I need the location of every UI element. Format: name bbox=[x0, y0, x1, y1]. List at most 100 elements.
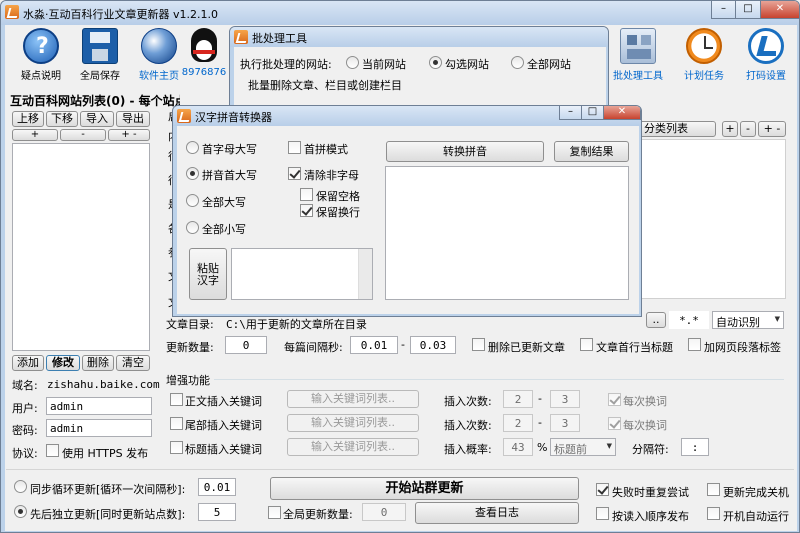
sync-update-radio[interactable] bbox=[14, 480, 27, 493]
body-insert-min-field[interactable]: 2 bbox=[503, 390, 533, 408]
main-title-bar[interactable]: 水淼·互动百科行业文章更新器 v1.2.1.0 – □ ✕ bbox=[1, 1, 799, 25]
site-delete-button[interactable]: 删除 bbox=[82, 355, 114, 371]
concurrent-sites-field[interactable]: 5 bbox=[198, 503, 236, 521]
site-minus-button[interactable]: - bbox=[60, 129, 106, 141]
pinyin-all-upper-radio[interactable] bbox=[186, 194, 199, 207]
batch-checked-radio[interactable] bbox=[429, 56, 442, 69]
tail-keyword-list-button[interactable]: 输入关键词列表.. bbox=[287, 414, 419, 432]
site-add-button[interactable]: 添加 bbox=[12, 355, 44, 371]
password-field[interactable]: admin bbox=[46, 419, 152, 437]
first-line-title-checkbox[interactable] bbox=[580, 338, 593, 351]
clear-non-letters-checkbox[interactable] bbox=[288, 167, 301, 180]
batch-current-radio[interactable] bbox=[346, 56, 359, 69]
clock-icon bbox=[686, 28, 722, 64]
toolbar-schedule[interactable]: 计划任务 bbox=[669, 28, 739, 82]
separator-field[interactable]: : bbox=[681, 438, 709, 456]
pinyin-close-button[interactable]: ✕ bbox=[603, 106, 641, 120]
minimize-button[interactable]: – bbox=[711, 1, 736, 19]
site-down-button[interactable]: 下移 bbox=[46, 111, 78, 127]
site-up-button[interactable]: 上移 bbox=[12, 111, 44, 127]
copy-result-button[interactable]: 复制结果 bbox=[554, 141, 629, 162]
category-list-box[interactable] bbox=[639, 139, 786, 299]
shutdown-checkbox[interactable] bbox=[707, 483, 720, 496]
close-button[interactable]: ✕ bbox=[760, 1, 799, 19]
independent-update-radio[interactable] bbox=[14, 505, 27, 518]
tail-keyword-checkbox[interactable] bbox=[170, 417, 183, 430]
paste-chinese-button[interactable]: 粘贴 汉字 bbox=[189, 248, 227, 300]
input-scrollbar[interactable] bbox=[358, 249, 372, 299]
keep-newline-label: 保留换行 bbox=[316, 206, 360, 219]
toolbar-help-label: 疑点说明 bbox=[21, 71, 61, 82]
maximize-button[interactable]: □ bbox=[735, 1, 761, 19]
toolbar-schedule-label: 计划任务 bbox=[684, 71, 724, 82]
penguin-icon bbox=[189, 28, 219, 64]
start-update-button[interactable]: 开始站群更新 bbox=[270, 477, 579, 500]
category-plusminus-button[interactable]: + - bbox=[758, 121, 786, 137]
pinyin-title-bar[interactable]: 汉字拼音转换器 – □ ✕ bbox=[173, 106, 641, 126]
pinyin-first-upper-radio[interactable] bbox=[186, 167, 199, 180]
pinyin-initial-upper-radio[interactable] bbox=[186, 141, 199, 154]
global-count-checkbox[interactable] bbox=[268, 506, 281, 519]
site-list-box[interactable] bbox=[12, 143, 150, 351]
browse-dir-button[interactable]: .. bbox=[646, 312, 666, 328]
https-checkbox[interactable] bbox=[46, 444, 59, 457]
tail-insert-max-field[interactable]: 3 bbox=[550, 414, 580, 432]
site-clear-button[interactable]: 清空 bbox=[116, 355, 150, 371]
retry-checkbox[interactable] bbox=[596, 483, 609, 496]
category-list-button[interactable]: 分类列表 bbox=[639, 121, 716, 137]
batch-sites-label: 执行批处理的网站: bbox=[240, 58, 332, 71]
toolbar-batch[interactable]: 批处理工具 bbox=[603, 28, 673, 82]
batch-checked-label: 勾选网站 bbox=[445, 58, 489, 71]
first-letter-mode-checkbox[interactable] bbox=[288, 141, 301, 154]
toolbar-settings[interactable]: 打码设置 bbox=[731, 28, 800, 82]
user-field[interactable]: admin bbox=[46, 397, 152, 415]
chinese-input-box[interactable] bbox=[231, 248, 373, 300]
domain-label: 域名: bbox=[12, 379, 38, 392]
encoding-select[interactable]: 自动识别 bbox=[712, 311, 784, 329]
body-insert-max-field[interactable]: 3 bbox=[550, 390, 580, 408]
site-plus-button[interactable]: + bbox=[12, 129, 58, 141]
keep-space-checkbox[interactable] bbox=[300, 188, 313, 201]
batch-title-bar[interactable]: 批处理工具 bbox=[230, 27, 608, 47]
globe-icon bbox=[141, 28, 177, 64]
sync-interval-field[interactable]: 0.01 bbox=[198, 478, 236, 496]
read-order-checkbox[interactable] bbox=[596, 507, 609, 520]
title-keyword-list-button[interactable]: 输入关键词列表.. bbox=[287, 438, 419, 456]
read-order-label: 按读入顺序发布 bbox=[612, 510, 689, 523]
convert-pinyin-button[interactable]: 转换拼音 bbox=[386, 141, 544, 162]
file-pattern-field[interactable]: *.* bbox=[669, 311, 709, 329]
autorun-checkbox[interactable] bbox=[707, 507, 720, 520]
delete-updated-checkbox[interactable] bbox=[472, 338, 485, 351]
pinyin-all-lower-radio[interactable] bbox=[186, 221, 199, 234]
update-count-label: 更新数量: bbox=[166, 341, 214, 354]
pinyin-minimize-button[interactable]: – bbox=[559, 106, 582, 120]
paragraph-tag-checkbox[interactable] bbox=[688, 338, 701, 351]
interval-min-field[interactable]: 0.01 bbox=[350, 336, 398, 354]
global-count-field[interactable]: 0 bbox=[362, 503, 406, 521]
title-keyword-checkbox[interactable] bbox=[170, 441, 183, 454]
site-edit-button[interactable]: 修改 bbox=[46, 355, 80, 371]
site-export-button[interactable]: 导出 bbox=[116, 111, 150, 127]
pinyin-app-icon bbox=[177, 109, 191, 123]
title-position-select[interactable]: 标题前 bbox=[550, 438, 616, 456]
toolbar-qq[interactable]: 8976876 bbox=[178, 28, 230, 78]
view-log-button[interactable]: 查看日志 bbox=[415, 502, 579, 524]
tail-insert-min-field[interactable]: 2 bbox=[503, 414, 533, 432]
site-import-button[interactable]: 导入 bbox=[80, 111, 114, 127]
category-plus-button[interactable]: + bbox=[722, 121, 738, 137]
keep-newline-checkbox[interactable] bbox=[300, 204, 313, 217]
category-minus-button[interactable]: - bbox=[740, 121, 756, 137]
pinyin-maximize-button[interactable]: □ bbox=[581, 106, 604, 120]
password-label: 密码: bbox=[12, 424, 38, 437]
body-keyword-checkbox[interactable] bbox=[170, 393, 183, 406]
batch-all-radio[interactable] bbox=[511, 56, 524, 69]
pinyin-result-box[interactable] bbox=[385, 166, 629, 300]
interval-max-field[interactable]: 0.03 bbox=[410, 336, 456, 354]
insert-probability-field[interactable]: 43 bbox=[503, 438, 533, 456]
update-count-field[interactable]: 0 bbox=[225, 336, 267, 354]
body-newline-checkbox[interactable] bbox=[608, 393, 621, 406]
tail-newline-checkbox[interactable] bbox=[608, 417, 621, 430]
first-letter-mode-label: 首拼模式 bbox=[304, 143, 348, 156]
site-plusminus-button[interactable]: + - bbox=[108, 129, 150, 141]
body-keyword-list-button[interactable]: 输入关键词列表.. bbox=[287, 390, 419, 408]
